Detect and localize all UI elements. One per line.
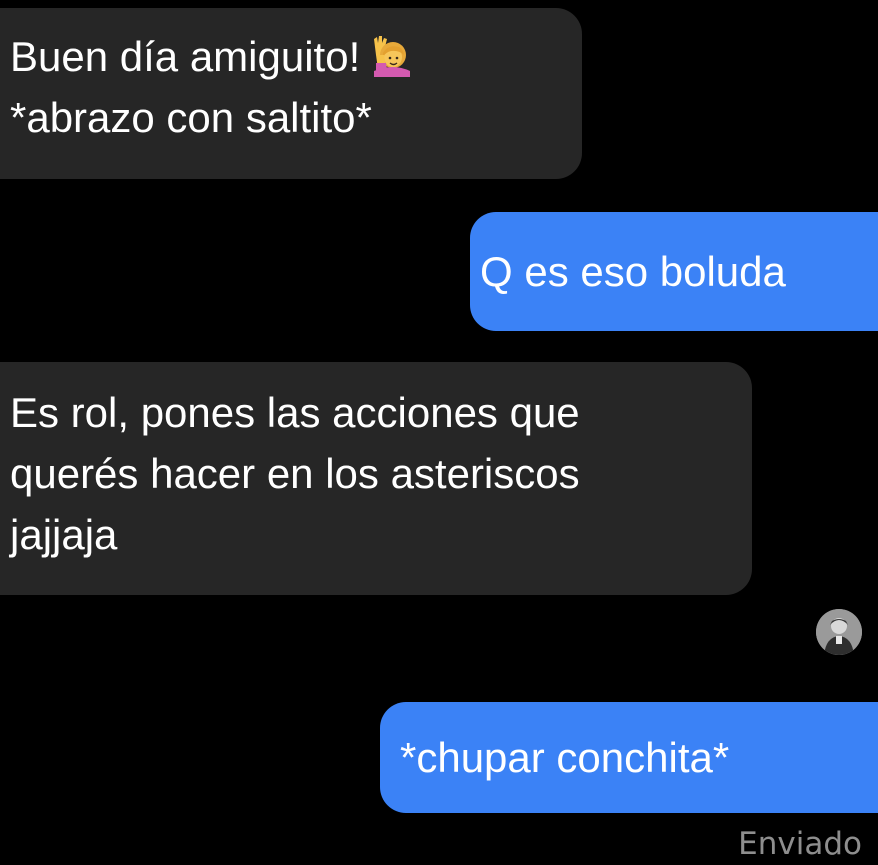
message-text: jajjaja	[10, 511, 118, 558]
message-text: querés hacer en los asteriscos	[10, 450, 580, 497]
chat-screen: Buen día amiguito! *abrazo con saltito* …	[0, 0, 878, 865]
message-bubble-sent[interactable]: Q es eso boluda	[470, 212, 878, 331]
message-text: *chupar conchita*	[400, 734, 730, 781]
message-bubble-received[interactable]: Buen día amiguito! *abrazo con saltito*	[0, 8, 582, 179]
message-bubble-sent[interactable]: *chupar conchita*	[380, 702, 878, 813]
message-text: Q es eso boluda	[480, 248, 786, 295]
message-text: Es rol, pones las acciones que	[10, 389, 580, 436]
message-bubble-received[interactable]: Es rol, pones las acciones que querés ha…	[0, 362, 752, 595]
avatar[interactable]	[816, 609, 862, 655]
message-text: Buen día amiguito!	[10, 26, 582, 87]
message-text: *abrazo con saltito*	[10, 94, 372, 141]
message-status: Enviado	[738, 826, 862, 862]
person-raising-hand-icon	[366, 32, 411, 77]
profile-avatar-icon	[816, 609, 862, 655]
